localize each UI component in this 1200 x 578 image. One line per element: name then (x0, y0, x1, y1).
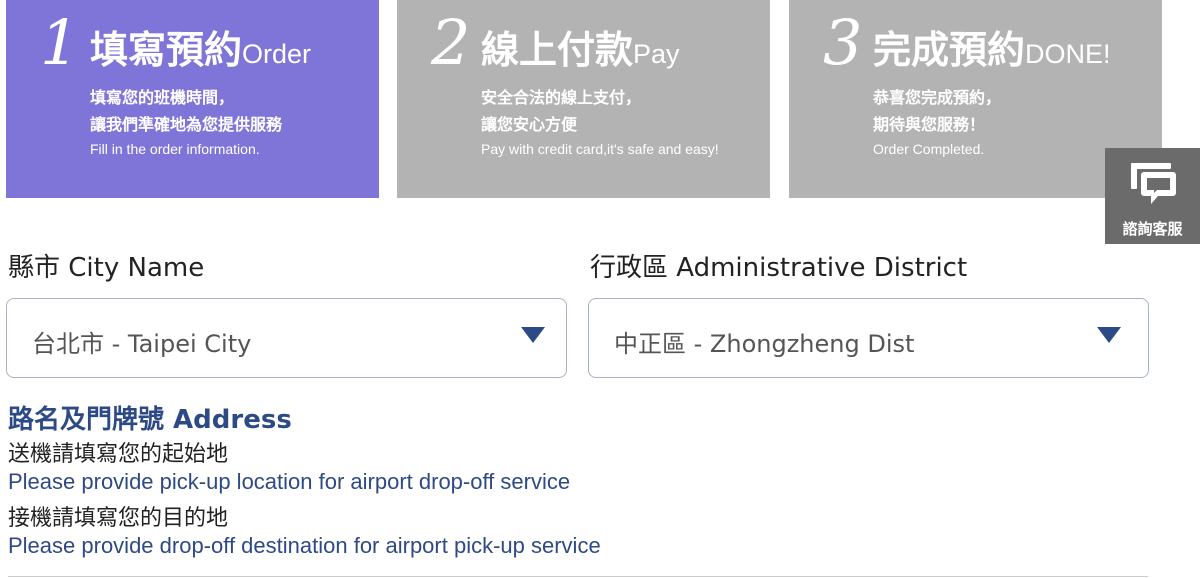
step-pay: 2 線上付款Pay 安全合法的線上支付， 讓您安心方便 Pay with cre… (397, 0, 770, 198)
step-title-en: DONE! (1025, 39, 1111, 69)
step-description-line1: 填寫您的班機時間， (90, 88, 235, 107)
customer-service-label: 諮詢客服 (1122, 220, 1183, 238)
city-label: 縣市 City Name (8, 253, 205, 283)
step-order: 1 填寫預約Order 填寫您的班機時間， 讓我們準確地為您提供服務 Fill … (6, 0, 379, 198)
step-description-line2: 期待與您服務！ (873, 115, 986, 134)
step-number: 2 (431, 6, 471, 79)
step-title: 完成預約DONE! (873, 26, 1111, 82)
step-description-line1: 安全合法的線上支付， (481, 88, 642, 107)
step-title-zh: 完成預約 (873, 28, 1026, 72)
step-title-en: Order (242, 39, 312, 69)
step-description-en: Pay with credit card,it's safe and easy! (481, 141, 719, 157)
divider (8, 576, 1148, 577)
step-title: 線上付款Pay (481, 26, 680, 82)
step-description-en: Order Completed. (873, 141, 985, 157)
city-select[interactable]: 台北市 - Taipei City (6, 298, 567, 378)
step-description-line2: 讓我們準確地為您提供服務 (90, 115, 283, 134)
step-number: 1 (40, 6, 80, 79)
chevron-down-icon (521, 327, 545, 343)
step-title: 填寫預約Order (90, 26, 311, 82)
pickup-note-en: Please provide drop-off destination for … (8, 533, 601, 558)
step-description-line1: 恭喜您完成預約， (873, 88, 1002, 107)
step-description-en: Fill in the order information. (90, 141, 260, 157)
dropoff-note-zh: 送機請填寫您的起始地 (8, 442, 229, 467)
step-title-zh: 填寫預約 (90, 28, 243, 72)
step-description-line2: 讓您安心方便 (481, 115, 578, 134)
customer-service-button[interactable]: 諮詢客服 (1105, 148, 1200, 244)
booking-page: 1 填寫預約Order 填寫您的班機時間， 讓我們準確地為您提供服務 Fill … (0, 0, 1200, 578)
chat-bubble-icon (1131, 163, 1176, 204)
step-number: 3 (823, 6, 863, 79)
dropoff-note-en: Please provide pick-up location for airp… (8, 469, 571, 494)
chevron-down-icon (1097, 327, 1121, 343)
district-label: 行政區 Administrative District (590, 253, 968, 283)
district-select[interactable]: 中正區 - Zhongzheng Dist (588, 298, 1149, 378)
district-select-value: 中正區 - Zhongzheng Dist (614, 330, 915, 358)
pickup-note-zh: 接機請填寫您的目的地 (8, 506, 229, 531)
step-title-zh: 線上付款 (481, 28, 634, 72)
city-select-value: 台北市 - Taipei City (32, 330, 252, 358)
address-label: 路名及門牌號 Address (8, 405, 292, 435)
step-title-en: Pay (633, 39, 680, 69)
